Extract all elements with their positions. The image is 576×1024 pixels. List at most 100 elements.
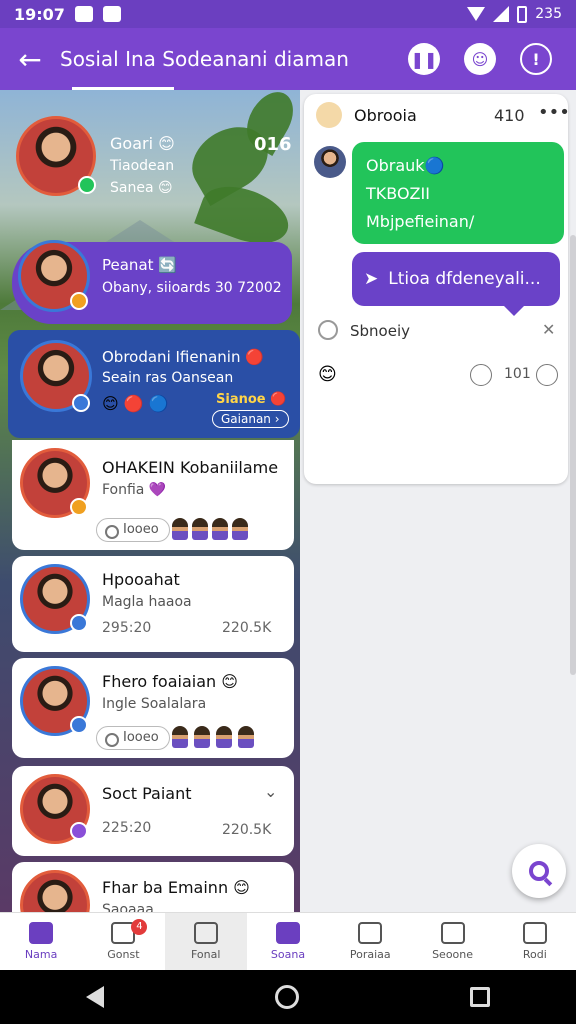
friend-avatar-icon: [216, 726, 232, 748]
house-icon: [358, 922, 383, 944]
search-icon: [529, 861, 549, 881]
chevron-down-icon[interactable]: ⌄: [264, 782, 277, 801]
nav-label: Poraiaa: [349, 948, 391, 961]
nav-label: Gonst: [107, 948, 140, 961]
system-nav-bar: [0, 970, 576, 1024]
list-item[interactable]: Fhar ba Emainn 😊 Saoaaa: [12, 862, 294, 912]
system-home-icon[interactable]: [274, 985, 299, 1009]
contact-name: Hpooahat: [102, 570, 180, 589]
contact-subtitle: Magla haaoa: [102, 594, 192, 610]
friend-avatar-icon: [212, 518, 228, 540]
message-count: 101: [504, 366, 531, 382]
friend-avatar-icon: [238, 726, 254, 748]
message-line: Mbjpefieinan/: [366, 212, 475, 231]
refresh-icon[interactable]: [536, 364, 558, 386]
contact-followers: 220.5K: [222, 822, 272, 838]
scrollbar[interactable]: [570, 235, 576, 675]
verified-badge: [70, 716, 88, 734]
nav-profile[interactable]: Rodi: [494, 913, 576, 970]
message-line: TKBOZII: [366, 184, 430, 203]
back-arrow-icon[interactable]: ←: [0, 43, 60, 76]
list-item[interactable]: OHAKEIN Kobaniilame Fonfia 💜 Iooeo: [12, 440, 294, 550]
online-badge: [78, 176, 96, 194]
info-button[interactable]: !: [520, 43, 552, 75]
chat-avatar-icon: [316, 102, 342, 128]
list-item[interactable]: Fhero foaiaian 😊 Ingle Soalalara Iooeo: [12, 658, 294, 758]
nav-discover[interactable]: Seoone: [411, 913, 493, 970]
friend-avatar-icon: [232, 518, 248, 540]
app-notification-icon: [74, 6, 93, 22]
grid-icon: [275, 922, 300, 944]
list-item[interactable]: Hpooahat Magla haaoa 295:20 220.5K: [12, 556, 294, 652]
emoji-button[interactable]: ☺: [464, 43, 496, 75]
more-options-icon[interactable]: •••: [538, 102, 570, 123]
feed-icon: [193, 922, 218, 944]
system-back-icon[interactable]: [85, 986, 104, 1008]
nav-contacts[interactable]: 4 Gonst: [82, 913, 164, 970]
pause-button[interactable]: ❚❚: [408, 43, 440, 75]
nav-label: Seoone: [432, 948, 474, 961]
friend-avatar-icon: [172, 518, 188, 540]
nav-label: Rodi: [522, 948, 547, 961]
story-item[interactable]: Obrodani Ifienanin 🔴 Seain ras Oansean 😊…: [8, 330, 300, 438]
nav-label: Soana: [270, 948, 306, 961]
contact-time: 225:20: [102, 820, 152, 836]
story-link[interactable]: Gaianan ›: [212, 410, 289, 428]
story-name: Peanat 🔄: [102, 256, 177, 274]
nav-home[interactable]: Nama: [0, 913, 82, 970]
search-fab-button[interactable]: [512, 844, 566, 898]
system-recents-icon[interactable]: [470, 987, 491, 1007]
sender-avatar: [314, 146, 346, 178]
contact-name: Fhero foaiaian 😊: [102, 672, 238, 691]
close-icon[interactable]: ✕: [542, 320, 555, 339]
message-bubble[interactable]: Obrauk🔵 TKBOZII Mbjpefieinan/: [352, 142, 564, 244]
face-icon: 😊: [318, 364, 337, 385]
friend-avatar-icon: [194, 726, 210, 748]
verified-badge: [70, 614, 88, 632]
friend-avatar-icon: [172, 726, 188, 748]
story-subtitle: Obany, siioards 30 72002: [102, 280, 282, 296]
send-icon: ➤: [364, 269, 379, 289]
chat-card[interactable]: Obrooia 410 ••• Obrauk🔵 TKBOZII Mbjpefie…: [304, 94, 570, 484]
message-bubble[interactable]: ➤ Ltioa dfdeneyali...: [352, 252, 560, 316]
contact-name: Fhar ba Emainn 😊: [102, 878, 250, 897]
story-name: Obrodani Ifienanin 🔴: [102, 348, 264, 366]
home-icon: [29, 922, 54, 944]
contact-subtitle: Saoaaa: [102, 902, 154, 912]
story-name: Goari 😊: [110, 134, 175, 153]
action-chip[interactable]: Iooeo: [96, 726, 170, 750]
story-subtitle: Seain ras Oansean: [102, 370, 234, 386]
contact-name: OHAKEIN Kobaniilame: [102, 458, 279, 477]
nav-places[interactable]: Poraiaa: [329, 913, 411, 970]
nav-search[interactable]: Soana: [247, 913, 329, 970]
action-chip[interactable]: Iooeo: [96, 518, 170, 542]
story-count: 016: [254, 134, 292, 155]
discover-icon: [440, 922, 465, 944]
story-subtitle: Tiaodean: [110, 158, 175, 174]
verified-badge: [72, 394, 90, 412]
status-bar: 19:07 235: [0, 0, 576, 28]
contact-subtitle: Ingle Soalalara: [102, 696, 207, 712]
notification-badge: 4: [131, 919, 148, 935]
reply-icon: [318, 320, 338, 340]
friend-avatar-icon: [192, 518, 208, 540]
avatar: [20, 870, 90, 912]
story-tag: Sianoe 🔴: [216, 392, 287, 407]
contact-followers: 220.5K: [222, 620, 272, 636]
contact-subtitle: Fonfia 💜: [102, 482, 167, 498]
page-title: Sosial Ina Sodeanani diaman: [60, 47, 349, 71]
reply-label: Sbnoeiy: [350, 322, 410, 340]
nav-label: Fonal: [190, 948, 221, 961]
story-item[interactable]: Peanat 🔄 Obany, siioards 30 72002: [12, 240, 292, 324]
app-bar: ← Sosial Ina Sodeanani diaman ❚❚ ☺ !: [0, 28, 576, 90]
status-badge: [70, 498, 88, 516]
list-item[interactable]: Soct Paiant ⌄ 225:20 220.5K: [12, 766, 294, 856]
nav-feed[interactable]: Fonal: [164, 913, 247, 970]
chat-pane[interactable]: Obrooia 410 ••• Obrauk🔵 TKBOZII Mbjpefie…: [300, 90, 576, 912]
battery-icon: [517, 5, 528, 23]
status-time: 19:07: [14, 4, 65, 24]
message-notification-icon: [102, 6, 121, 22]
status-badge: [70, 822, 88, 840]
chat-count: 410: [494, 106, 525, 125]
feed-pane[interactable]: Goari 😊 Tiaodean Sanea 😊 016 Peanat 🔄 Ob…: [0, 90, 300, 912]
